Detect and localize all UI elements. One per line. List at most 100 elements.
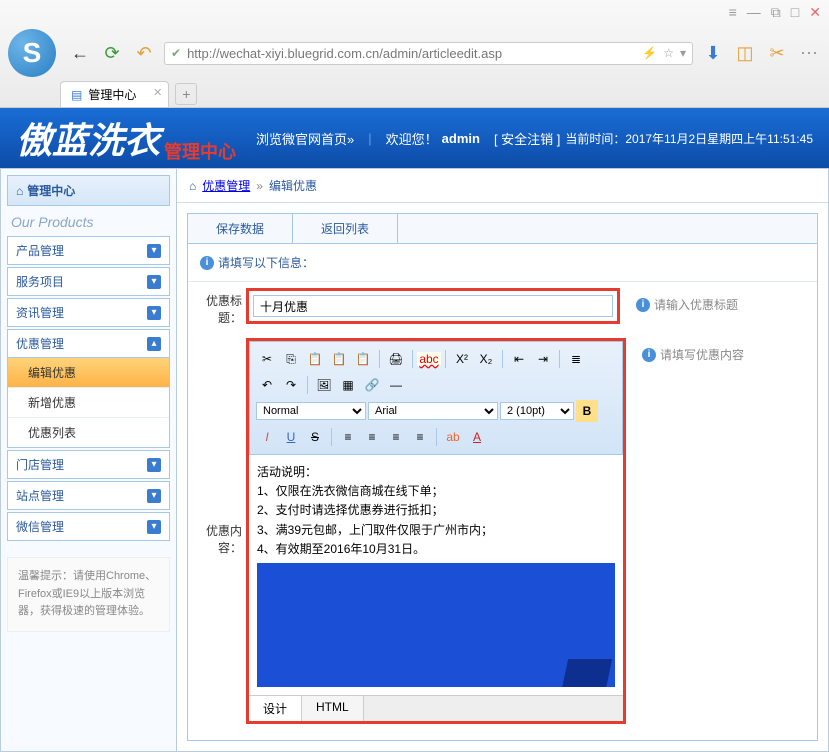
paste-icon[interactable]: 📋 bbox=[304, 348, 326, 370]
chevron-up-icon: ▴ bbox=[147, 337, 161, 351]
new-tab-button[interactable]: + bbox=[175, 83, 197, 105]
image-icon[interactable]: 🖼 bbox=[313, 374, 335, 396]
title-input[interactable] bbox=[253, 295, 613, 317]
back-button[interactable]: 返回列表 bbox=[293, 214, 398, 243]
flash-icon[interactable]: ⚡ bbox=[642, 46, 657, 60]
link-icon[interactable]: 🔗 bbox=[361, 374, 383, 396]
chevron-down-icon: ▾ bbox=[147, 244, 161, 258]
window-icon[interactable]: ◫ bbox=[733, 41, 757, 65]
chevron-down-icon: ▾ bbox=[147, 520, 161, 534]
menu-label: 门店管理 bbox=[16, 456, 64, 473]
download-icon[interactable]: ⬇ bbox=[701, 41, 725, 65]
submenu-list-promo[interactable]: 优惠列表 bbox=[8, 418, 169, 447]
align-center-icon[interactable]: ≡ bbox=[361, 426, 383, 448]
menu-label: 微信管理 bbox=[16, 518, 64, 535]
more-icon[interactable]: ⋯ bbox=[797, 41, 821, 65]
editor-tab-html[interactable]: HTML bbox=[302, 696, 364, 721]
save-button[interactable]: 保存数据 bbox=[188, 214, 293, 243]
spellcheck-icon[interactable]: abc bbox=[418, 348, 440, 370]
tab-close-icon[interactable]: ✕ bbox=[153, 86, 162, 99]
chevron-right-icon: » bbox=[256, 179, 263, 193]
hint-title: 温馨提示： bbox=[18, 570, 73, 582]
menu-promo[interactable]: 优惠管理▴ bbox=[7, 329, 170, 358]
url-bar[interactable]: ✔ ⚡ ☆ ▾ bbox=[164, 42, 693, 65]
italic-icon[interactable]: I bbox=[256, 426, 278, 448]
info-icon: i bbox=[636, 298, 650, 312]
url-input[interactable] bbox=[187, 46, 636, 61]
bold-icon[interactable]: B bbox=[576, 400, 598, 422]
cut-icon[interactable]: ✂ bbox=[256, 348, 278, 370]
align-justify-icon[interactable]: ≡ bbox=[409, 426, 431, 448]
superscript-icon[interactable]: X² bbox=[451, 348, 473, 370]
menu-wechat[interactable]: 微信管理 ▾ bbox=[7, 512, 170, 541]
format-select[interactable]: Normal bbox=[256, 402, 366, 420]
datetime-value: 2017年11月2日星期四上午11:51:45 bbox=[625, 130, 813, 147]
editor-toolbar: ✂ ⎘ 📋 📋 📋 🖨 abc X² bbox=[249, 341, 623, 455]
menu-label: 产品管理 bbox=[16, 242, 64, 259]
submenu-edit-promo[interactable]: 编辑优惠 bbox=[8, 358, 169, 388]
site-logo: 傲蓝洗衣 bbox=[16, 112, 160, 164]
menu-label: 资讯管理 bbox=[16, 304, 64, 321]
outdent-icon[interactable]: ⇤ bbox=[508, 348, 530, 370]
paste-text-icon[interactable]: 📋 bbox=[328, 348, 350, 370]
undo-icon[interactable]: ↶ bbox=[132, 41, 156, 65]
menu-product[interactable]: 产品管理 ▾ bbox=[7, 236, 170, 265]
size-select[interactable]: 2 (10pt) bbox=[500, 402, 574, 420]
sidebar-title-label: 管理中心 bbox=[27, 182, 75, 199]
home-icon: ⌂ bbox=[189, 179, 196, 193]
dropdown-icon[interactable]: ▾ bbox=[680, 46, 686, 60]
subscript-icon[interactable]: X₂ bbox=[475, 348, 497, 370]
blockquote-icon[interactable]: ≣ bbox=[565, 348, 587, 370]
font-color-icon[interactable]: A bbox=[466, 426, 488, 448]
editor-body[interactable]: 活动说明： 1、仅限在洗衣微信商城在线下单； 2、支付时请选择优惠券进行抵扣； … bbox=[249, 455, 623, 695]
print-icon[interactable]: 🖨 bbox=[385, 348, 407, 370]
back-icon[interactable]: ← bbox=[68, 41, 92, 65]
highlight-icon[interactable]: ab bbox=[442, 426, 464, 448]
submenu-add-promo[interactable]: 新增优惠 bbox=[8, 388, 169, 418]
menu-service[interactable]: 服务项目 ▾ bbox=[7, 267, 170, 296]
chevron-down-icon: ▾ bbox=[147, 489, 161, 503]
info-icon: i bbox=[642, 348, 656, 362]
nav-home-link[interactable]: 浏览微官网首页» bbox=[256, 129, 354, 148]
logout-link[interactable]: [ 安全注销 ] bbox=[494, 129, 560, 148]
reload-icon[interactable]: ⟳ bbox=[100, 41, 124, 65]
menu-site[interactable]: 站点管理 ▾ bbox=[7, 481, 170, 510]
maximize-icon[interactable]: □ bbox=[791, 4, 799, 21]
lock-icon: ✔ bbox=[171, 46, 181, 60]
title-label: 优惠标题： bbox=[198, 288, 242, 326]
scissor-icon[interactable]: ✂ bbox=[765, 41, 789, 65]
menu-icon[interactable]: ≡ bbox=[729, 4, 737, 21]
menu-label: 服务项目 bbox=[16, 273, 64, 290]
editor-line: 4、有效期至2016年10月31日。 bbox=[257, 540, 615, 559]
table-icon[interactable]: ▦ bbox=[337, 374, 359, 396]
strike-icon[interactable]: S bbox=[304, 426, 326, 448]
redo-icon[interactable]: ↷ bbox=[280, 374, 302, 396]
editor-line: 1、仅限在洗衣微信商城在线下单； bbox=[257, 482, 615, 501]
menu-store[interactable]: 门店管理▾ bbox=[7, 450, 170, 479]
underline-icon[interactable]: U bbox=[280, 426, 302, 448]
font-select[interactable]: Arial bbox=[368, 402, 498, 420]
align-right-icon[interactable]: ≡ bbox=[385, 426, 407, 448]
undo-icon[interactable]: ↶ bbox=[256, 374, 278, 396]
hr-icon[interactable]: — bbox=[385, 374, 407, 396]
breadcrumb: ⌂ 优惠管理 » 编辑优惠 bbox=[177, 169, 828, 203]
site-logo-sub: 管理中心 bbox=[164, 138, 236, 164]
breadcrumb-parent[interactable]: 优惠管理 bbox=[202, 177, 250, 194]
close-icon[interactable]: ✕ bbox=[809, 4, 821, 21]
editor-image bbox=[257, 563, 615, 687]
menu-news[interactable]: 资讯管理▾ bbox=[7, 298, 170, 327]
copy-icon[interactable]: ⎘ bbox=[280, 348, 302, 370]
menu-label: 站点管理 bbox=[16, 487, 64, 504]
align-left-icon[interactable]: ≡ bbox=[337, 426, 359, 448]
restore-icon[interactable]: ⧉ bbox=[771, 4, 781, 21]
separator: | bbox=[368, 131, 371, 146]
sidebar-title: ⌂ 管理中心 bbox=[7, 175, 170, 206]
browser-tab[interactable]: ▤ 管理中心 ✕ bbox=[60, 81, 169, 107]
star-icon[interactable]: ☆ bbox=[663, 46, 674, 60]
minimize-icon[interactable]: — bbox=[747, 4, 761, 21]
chevron-down-icon: ▾ bbox=[147, 275, 161, 289]
editor-tab-design[interactable]: 设计 bbox=[249, 696, 302, 721]
indent-icon[interactable]: ⇥ bbox=[532, 348, 554, 370]
paste-word-icon[interactable]: 📋 bbox=[352, 348, 374, 370]
form-hint: i 请填写以下信息： bbox=[188, 244, 817, 282]
